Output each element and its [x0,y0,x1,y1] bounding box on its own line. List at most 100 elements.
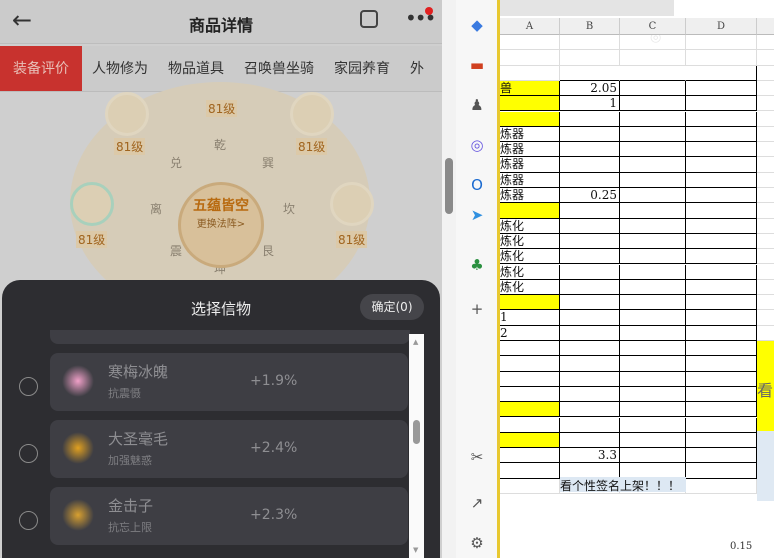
cell[interactable] [500,111,560,127]
cell[interactable] [686,432,757,449]
cell[interactable] [757,249,774,265]
cell[interactable] [757,203,774,219]
cell[interactable] [500,96,560,112]
cell[interactable] [620,80,686,97]
outlook-icon[interactable]: O [468,176,486,194]
cell[interactable] [620,448,686,464]
cell[interactable] [686,310,757,326]
column-header-D[interactable]: D [686,18,757,35]
tab-5[interactable]: 外 [400,46,434,91]
page-scrollbar[interactable] [442,0,456,558]
cell[interactable]: 1 [500,310,560,326]
column-header-C[interactable]: C [620,18,686,35]
cell[interactable] [686,386,757,403]
cell[interactable] [620,65,686,81]
cell[interactable] [560,310,620,326]
cell[interactable] [757,35,774,51]
cell[interactable] [686,402,757,418]
cell[interactable]: 炼化 [500,218,560,234]
scroll-down-icon[interactable]: ▼ [413,546,418,554]
cell[interactable] [686,264,757,280]
cell[interactable] [686,371,757,387]
cell[interactable] [620,111,686,127]
cell[interactable] [500,35,560,51]
cell-e-blue[interactable] [757,431,774,501]
cell[interactable] [757,188,774,204]
tab-0[interactable]: 装备评价 [0,46,82,91]
cell[interactable]: 0.25 [560,188,620,204]
cell[interactable] [620,218,686,234]
item-radio[interactable] [19,444,38,463]
cell[interactable] [500,448,560,464]
merged-cell-sign[interactable]: 看个性签名上架！！！ [560,477,686,492]
cell-e[interactable]: 看 [757,341,774,431]
cell[interactable] [620,295,686,311]
settings-icon[interactable]: ⚙ [468,534,486,552]
cell[interactable] [757,219,774,234]
column-header-A[interactable]: A [500,18,560,35]
external-link-icon[interactable]: ↗ [468,494,486,512]
cell[interactable] [620,264,686,280]
list-item[interactable]: 大圣毫毛 加强魅惑 +2.4% [50,420,408,478]
cell[interactable] [686,172,757,188]
cell[interactable] [686,157,757,173]
cell[interactable]: 炼器 [500,188,560,204]
cell[interactable] [560,172,620,188]
cell[interactable] [757,173,774,188]
cell[interactable] [500,402,560,418]
cell[interactable] [620,233,686,250]
column-header-e[interactable] [757,18,774,35]
cell[interactable] [757,127,774,143]
cell[interactable] [560,142,620,158]
slot-circle[interactable] [330,182,374,226]
cell[interactable] [686,417,757,433]
cell[interactable]: 2 [500,325,560,341]
slot-circle[interactable] [290,92,334,136]
cell[interactable]: 兽 [500,80,560,97]
cell[interactable] [620,432,686,449]
cell[interactable] [686,249,757,265]
slot-circle[interactable] [70,182,114,226]
cell[interactable] [500,386,560,403]
cell[interactable] [500,50,560,66]
cell[interactable] [560,417,620,433]
scroll-thumb[interactable] [445,158,453,214]
cell[interactable] [686,356,757,372]
confirm-button[interactable]: 确定(0) [360,294,424,320]
cell[interactable] [560,295,620,311]
cell[interactable] [560,356,620,372]
cell[interactable] [620,188,686,204]
cell[interactable] [686,188,757,204]
cell[interactable] [757,157,774,173]
cell[interactable] [686,35,757,51]
cell[interactable] [686,325,757,341]
screenshot-icon[interactable]: ✂ [468,448,486,466]
send-icon[interactable]: ➤ [468,206,486,224]
cell[interactable] [500,371,560,387]
cell[interactable] [757,81,774,97]
column-header-B[interactable]: B [560,18,620,35]
cell[interactable] [560,203,620,219]
tag-icon[interactable]: ◆ [468,16,486,34]
cell[interactable] [620,142,686,158]
cell[interactable] [560,264,620,280]
copilot-icon[interactable]: ◎ [468,136,486,154]
cell[interactable]: 1 [560,96,620,112]
scroll-up-icon[interactable]: ▲ [413,338,418,346]
chess-icon[interactable]: ♟ [468,96,486,114]
cell[interactable] [620,203,686,219]
cell[interactable] [757,280,774,296]
cell[interactable] [560,341,620,357]
cell[interactable] [757,96,774,112]
cell[interactable] [686,80,757,97]
cell[interactable] [500,203,560,219]
change-formation-link[interactable]: 更换法阵> [181,215,261,230]
toolbox-icon[interactable]: ▬ [468,56,486,74]
cell[interactable] [560,371,620,387]
tab-4[interactable]: 家园养育 [324,46,400,91]
cell[interactable] [500,478,560,494]
cell[interactable]: 3.3 [560,448,620,464]
cell[interactable] [500,432,560,449]
cell[interactable] [686,448,757,464]
cell[interactable] [620,249,686,265]
